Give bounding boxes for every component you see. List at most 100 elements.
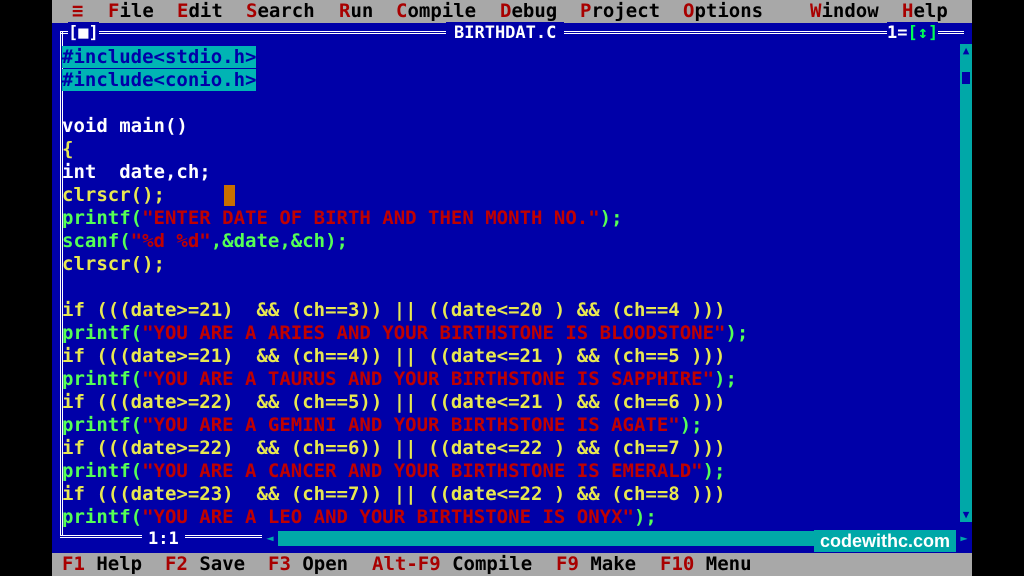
menu-bar: ≡ File Edit Search Run Compile Debug Pro… — [52, 0, 972, 23]
menu-search-label: earch — [257, 0, 315, 22]
status-f2-key: F2 — [165, 553, 188, 575]
menu-file-hotkey: F — [108, 0, 120, 22]
code-call: printf( — [62, 322, 143, 344]
code-call: scanf( — [62, 230, 131, 252]
scroll-up-arrow-icon[interactable]: ▲ — [960, 44, 972, 58]
window-title: BIRTHDAT.C — [446, 22, 565, 44]
status-alt-f9[interactable]: Alt-F9 Compile — [372, 553, 532, 576]
menu-file[interactable]: File — [108, 0, 154, 23]
status-f9-label: Make — [590, 553, 637, 575]
code-line: clrscr(); — [62, 253, 165, 275]
code-line: if (((date>=23) && (ch==7)) || ((date<=2… — [62, 483, 726, 505]
code-line: if (((date>=21) && (ch==4)) || ((date<=2… — [62, 345, 726, 367]
code-line: #include<conio.h> — [62, 69, 957, 92]
zoom-icon[interactable]: [↕] — [908, 23, 939, 43]
code-args: ); — [599, 207, 623, 229]
status-f10-key: F10 — [660, 553, 695, 575]
code-args: ,&date,&ch); — [210, 230, 348, 252]
menu-compile-label: ompile — [407, 0, 477, 22]
status-f2[interactable]: F2 Save — [165, 553, 245, 576]
menu-search-hotkey: S — [246, 0, 258, 22]
menu-window[interactable]: Window — [810, 0, 879, 23]
code-line: printf("YOU ARE A GEMINI AND YOUR BIRTHS… — [62, 414, 957, 437]
menu-project-hotkey: P — [580, 0, 592, 22]
watermark-logo: codewithc.com — [814, 530, 957, 552]
code-line: printf("YOU ARE A TAURUS AND YOUR BIRTHS… — [62, 368, 957, 391]
menu-run-label: un — [350, 0, 374, 22]
status-f3[interactable]: F3 Open — [268, 553, 348, 576]
menu-edit-hotkey: E — [177, 0, 189, 22]
code-line: if (((date>=21) && (ch==3)) || ((date<=2… — [62, 299, 726, 321]
status-f9-key: F9 — [556, 553, 579, 575]
menu-compile[interactable]: Compile — [396, 0, 476, 23]
code-line: scanf("%d %d",&date,&ch); — [62, 230, 957, 253]
status-f10[interactable]: F10 Menu — [660, 553, 752, 576]
menu-edit[interactable]: Edit — [177, 0, 223, 23]
string-literal: "YOU ARE A LEO AND YOUR BIRTHSTONE IS ON… — [142, 506, 634, 528]
menu-options-hotkey: O — [683, 0, 695, 22]
text-cursor — [224, 185, 235, 206]
menu-options-label: ptions — [694, 0, 764, 22]
status-f1[interactable]: F1 Help — [62, 553, 142, 576]
string-literal: "YOU ARE A GEMINI AND YOUR BIRTHSTONE IS… — [142, 414, 680, 436]
code-line: printf("YOU ARE A LEO AND YOUR BIRTHSTON… — [62, 506, 957, 528]
menu-debug-hotkey: D — [500, 0, 512, 22]
close-box-icon: [■] — [68, 23, 99, 43]
scroll-down-arrow-icon[interactable]: ▼ — [960, 508, 972, 522]
code-line: #include<stdio.h> — [62, 46, 957, 69]
menu-debug[interactable]: Debug — [500, 0, 557, 23]
string-literal: "ENTER DATE OF BIRTH AND THEN MONTH NO." — [142, 207, 600, 229]
vertical-scroll-thumb[interactable] — [962, 72, 970, 84]
cursor-position: 1:1 — [142, 528, 185, 550]
status-f9[interactable]: F9 Make — [556, 553, 636, 576]
menu-options[interactable]: Options — [683, 0, 763, 23]
string-literal: "YOU ARE A TAURUS AND YOUR BIRTHSTONE IS… — [142, 368, 715, 390]
status-bar: F1 Help F2 Save F3 Open Alt-F9 Compile F… — [52, 553, 972, 576]
menu-file-label: ile — [119, 0, 154, 22]
code-args: ); — [702, 460, 726, 482]
menu-run[interactable]: Run — [339, 0, 373, 23]
menu-help[interactable]: Help — [902, 0, 948, 23]
menu-project-label: roject — [591, 0, 661, 22]
code-args: ); — [725, 322, 749, 344]
system-menu[interactable]: ≡ — [72, 0, 83, 23]
menu-help-hotkey: H — [902, 0, 914, 22]
menu-debug-label: ebug — [511, 0, 558, 22]
code-call: printf( — [62, 368, 143, 390]
menu-window-hotkey: W — [810, 0, 822, 22]
code-args: ); — [714, 368, 737, 390]
code-args: ); — [633, 506, 657, 528]
menu-project[interactable]: Project — [580, 0, 660, 23]
status-f2-label: Save — [199, 553, 246, 575]
code-line: clrscr(); — [62, 184, 165, 206]
string-literal: "YOU ARE A CANCER AND YOUR BIRTHSTONE IS… — [142, 460, 703, 482]
scroll-left-arrow-icon[interactable]: ◄ — [262, 531, 278, 546]
code-line: { — [62, 138, 74, 160]
scroll-right-arrow-icon[interactable]: ► — [956, 531, 972, 546]
code-line: printf("YOU ARE A ARIES AND YOUR BIRTHST… — [62, 322, 957, 345]
menu-edit-label: dit — [188, 0, 223, 22]
status-f1-key: F1 — [62, 553, 85, 575]
status-f10-label: Menu — [705, 553, 752, 575]
menu-help-label: elp — [913, 0, 948, 22]
status-f1-label: Help — [96, 553, 143, 575]
code-call: printf( — [62, 506, 143, 528]
code-call: printf( — [62, 414, 143, 436]
window-number: 1 — [887, 23, 898, 43]
menu-run-hotkey: R — [339, 0, 351, 22]
code-args: ); — [679, 414, 703, 436]
system-menu-icon: ≡ — [72, 0, 84, 22]
vertical-scrollbar[interactable]: ▲ ▼ — [960, 44, 972, 522]
turbo-c-ide: ≡ File Edit Search Run Compile Debug Pro… — [52, 0, 972, 576]
include-directive: #include<stdio.h> — [62, 46, 257, 68]
string-literal: "%d %d" — [130, 230, 211, 252]
menu-search[interactable]: Search — [246, 0, 315, 23]
menu-compile-hotkey: C — [396, 0, 408, 22]
status-alt-f9-label: Compile — [452, 553, 533, 575]
code-call: printf( — [62, 460, 143, 482]
code-editor[interactable]: #include<stdio.h> #include<conio.h> void m… — [62, 46, 957, 528]
frame-separator: = — [897, 23, 908, 43]
window-number-zoom[interactable]: 1=[↕] — [887, 22, 939, 44]
code-line: printf("YOU ARE A CANCER AND YOUR BIRTHS… — [62, 460, 957, 483]
window-close-button[interactable]: [■] — [68, 22, 99, 44]
